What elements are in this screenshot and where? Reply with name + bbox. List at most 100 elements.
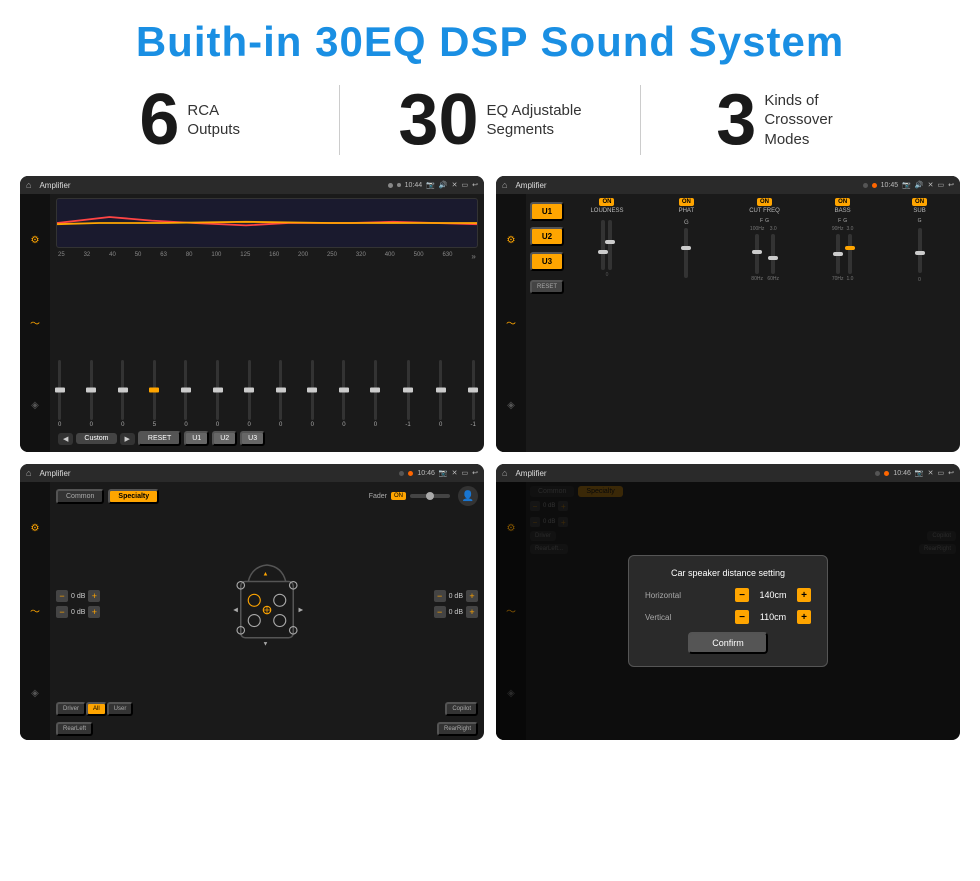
wave-icon-3[interactable]: 〜	[30, 603, 40, 618]
eq-slider-13[interactable]: -1	[471, 360, 476, 428]
eq-icon-3[interactable]: ⚙	[31, 523, 40, 534]
eq-slider-12[interactable]: 0	[439, 360, 442, 428]
fader-slider-3[interactable]	[410, 494, 450, 498]
eq-slider-2[interactable]: 0	[121, 360, 124, 428]
user-btn[interactable]: User	[107, 702, 134, 716]
cutfreq-freq-thumb[interactable]	[752, 250, 762, 254]
loudness-thumb-r[interactable]	[605, 240, 615, 244]
eq-thumb-0[interactable]	[55, 388, 65, 393]
loudness-thumb-l[interactable]	[598, 250, 608, 254]
eq-slider-5[interactable]: 0	[216, 360, 219, 428]
eq-icon-1[interactable]: ⚙	[31, 235, 40, 246]
x-icon-1[interactable]: ✕	[452, 181, 458, 189]
eq-track-10[interactable]	[374, 360, 377, 420]
on-badge-cutfreq[interactable]: ON	[757, 198, 772, 206]
next-button[interactable]: ▶	[120, 433, 135, 445]
eq-track-12[interactable]	[439, 360, 442, 420]
back-icon-1[interactable]: ↩	[472, 181, 478, 189]
copilot-btn[interactable]: Copilot	[445, 702, 478, 716]
eq-icon-2[interactable]: ⚙	[507, 235, 516, 246]
speaker-icon-2[interactable]: ◈	[507, 400, 515, 411]
eq-thumb-2[interactable]	[118, 388, 128, 393]
eq-track-3[interactable]	[153, 360, 156, 420]
settings-person-icon[interactable]: 👤	[458, 486, 478, 506]
fader-on-badge[interactable]: ON	[391, 492, 406, 500]
eq-thumb-3[interactable]	[149, 388, 159, 393]
reset-button-2[interactable]: RESET	[530, 280, 564, 294]
home-icon-2[interactable]: ⌂	[502, 180, 507, 190]
eq-slider-9[interactable]: 0	[342, 360, 345, 428]
rl-plus-btn[interactable]: +	[88, 606, 100, 618]
eq-track-7[interactable]	[279, 360, 282, 420]
u1-select-btn[interactable]: U1	[530, 202, 564, 221]
back-icon-3[interactable]: ↩	[472, 469, 478, 477]
eq-track-5[interactable]	[216, 360, 219, 420]
prev-button[interactable]: ◀	[58, 433, 73, 445]
wave-icon-1[interactable]: 〜	[30, 315, 40, 330]
wave-icon-2[interactable]: 〜	[506, 315, 516, 330]
u3-select-btn[interactable]: U3	[530, 252, 564, 271]
bass-g-track[interactable]	[848, 234, 852, 274]
u2-select-btn[interactable]: U2	[530, 227, 564, 246]
fl-minus-btn[interactable]: −	[56, 590, 68, 602]
all-btn[interactable]: All	[86, 702, 107, 716]
eq-thumb-8[interactable]	[307, 388, 317, 393]
eq-thumb-7[interactable]	[276, 388, 286, 393]
speaker-icon-3[interactable]: ◈	[31, 688, 39, 699]
eq-slider-4[interactable]: 0	[184, 360, 187, 428]
tab-specialty-3[interactable]: Specialty	[108, 489, 159, 504]
home-icon-1[interactable]: ⌂	[26, 180, 31, 190]
u3-button-1[interactable]: U3	[240, 431, 265, 446]
eq-track-13[interactable]	[472, 360, 475, 420]
confirm-button[interactable]: Confirm	[688, 632, 768, 654]
back-icon-2[interactable]: ↩	[948, 181, 954, 189]
eq-slider-11[interactable]: -1	[405, 360, 410, 428]
phat-track[interactable]	[684, 228, 688, 278]
eq-slider-10[interactable]: 0	[374, 360, 377, 428]
home-icon-4[interactable]: ⌂	[502, 468, 507, 478]
bass-freq-thumb[interactable]	[833, 252, 843, 256]
minimize-icon-1[interactable]: ▭	[462, 181, 469, 189]
eq-sliders-row[interactable]: 0 0 0 5 0	[56, 265, 478, 428]
home-icon-3[interactable]: ⌂	[26, 468, 31, 478]
fader-thumb[interactable]	[426, 492, 434, 500]
sub-track[interactable]	[918, 228, 922, 273]
fl-plus-btn[interactable]: +	[88, 590, 100, 602]
back-icon-4[interactable]: ↩	[948, 469, 954, 477]
eq-track-1[interactable]	[90, 360, 93, 420]
eq-slider-1[interactable]: 0	[90, 360, 93, 428]
u2-button-1[interactable]: U2	[212, 431, 237, 446]
rr-minus-btn[interactable]: −	[434, 606, 446, 618]
eq-thumb-11[interactable]	[403, 388, 413, 393]
eq-slider-0[interactable]: 0	[58, 360, 61, 428]
eq-more-icon[interactable]: »	[471, 252, 475, 261]
on-badge-phat[interactable]: ON	[679, 198, 694, 206]
cutfreq-g-thumb[interactable]	[768, 256, 778, 260]
reset-button-1[interactable]: RESET	[138, 431, 181, 446]
tab-common-3[interactable]: Common	[56, 489, 104, 504]
eq-thumb-1[interactable]	[86, 388, 96, 393]
eq-slider-6[interactable]: 0	[247, 360, 250, 428]
u1-button-1[interactable]: U1	[184, 431, 209, 446]
eq-thumb-12[interactable]	[436, 388, 446, 393]
eq-thumb-13[interactable]	[468, 388, 478, 393]
minimize-icon-3[interactable]: ▭	[462, 469, 469, 477]
eq-thumb-6[interactable]	[244, 388, 254, 393]
vertical-minus-btn[interactable]: −	[735, 610, 749, 624]
on-badge-sub[interactable]: ON	[912, 198, 927, 206]
minimize-icon-2[interactable]: ▭	[938, 181, 945, 189]
fr-plus-btn[interactable]: +	[466, 590, 478, 602]
speaker-icon-1[interactable]: ◈	[31, 400, 39, 411]
rr-plus-btn[interactable]: +	[466, 606, 478, 618]
x-icon-4[interactable]: ✕	[928, 469, 934, 477]
eq-track-9[interactable]	[342, 360, 345, 420]
on-badge-bass[interactable]: ON	[835, 198, 850, 206]
cutfreq-g-track[interactable]	[771, 234, 775, 274]
eq-thumb-4[interactable]	[181, 388, 191, 393]
rl-minus-btn[interactable]: −	[56, 606, 68, 618]
eq-track-8[interactable]	[311, 360, 314, 420]
rearleft-btn[interactable]: RearLeft	[56, 722, 93, 736]
fr-minus-btn[interactable]: −	[434, 590, 446, 602]
rearright-btn[interactable]: RearRight	[437, 722, 478, 736]
eq-track-2[interactable]	[121, 360, 124, 420]
